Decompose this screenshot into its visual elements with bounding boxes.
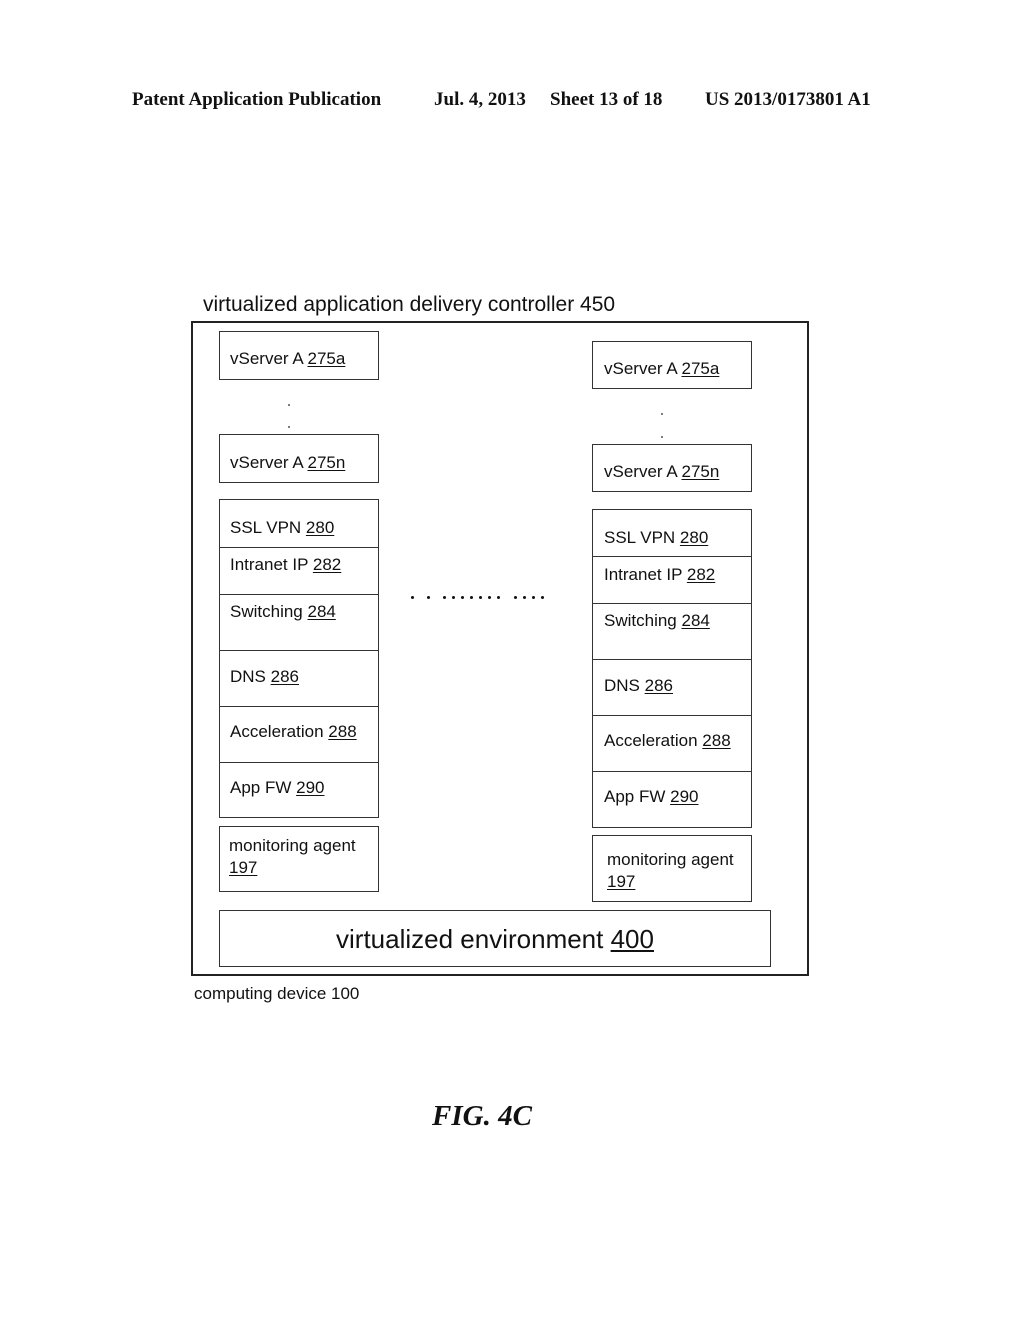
vserver-label: vServer A 275a (230, 349, 346, 368)
patent-number: US 2013/0173801 A1 (705, 89, 871, 110)
module-switching: Switching 284 (593, 604, 751, 660)
computing-device-label: computing device 100 (194, 984, 360, 1003)
publication-type: Patent Application Publication (132, 89, 382, 110)
vserver-label: vServer A 275a (604, 359, 720, 378)
module-intranet-ip: Intranet IP 282 (220, 548, 378, 595)
module-acceleration: Acceleration 288 (593, 716, 751, 772)
vserver-label: vServer A 275n (604, 462, 720, 481)
sheet-number: Sheet 13 of 18 (550, 89, 663, 110)
module-ssl-vpn: SSL VPN 280 (220, 500, 378, 548)
vserver-275n-box-right: vServer A 275n (592, 444, 752, 492)
module-stack: SSL VPN 280 Intranet IP 282 Switching 28… (219, 499, 379, 818)
agent-ref: 197 (607, 872, 636, 891)
agent-label: monitoring agent (229, 836, 356, 855)
controller-label: virtualized application delivery control… (203, 293, 616, 316)
ellipsis-dot (661, 436, 663, 438)
module-dns: DNS 286 (220, 651, 378, 707)
vserver-275a-box-right: vServer A 275a (592, 341, 752, 389)
module-stack-right: SSL VPN 280 Intranet IP 282 Switching 28… (592, 509, 752, 828)
module-switching: Switching 284 (220, 595, 378, 651)
publication-date: Jul. 4, 2013 (434, 89, 526, 110)
ellipsis-dot (661, 413, 663, 415)
ellipsis-dot (288, 404, 290, 406)
module-acceleration: Acceleration 288 (220, 707, 378, 763)
virtualized-environment-box: virtualized environment 400 (219, 910, 771, 967)
agent-ref: 197 (229, 858, 258, 877)
vserver-275a-box: vServer A 275a (219, 331, 379, 380)
ellipsis-dot (288, 426, 290, 428)
vserver-label: vServer A 275n (230, 453, 346, 472)
monitoring-agent-box: monitoring agent 197 (219, 826, 379, 892)
monitoring-agent-box-right: monitoring agent 197 (592, 835, 752, 902)
agent-label: monitoring agent (607, 850, 734, 869)
module-ssl-vpn: SSL VPN 280 (593, 510, 751, 557)
figure-label: FIG. 4C (432, 1100, 532, 1132)
module-app-fw: App FW 290 (230, 778, 325, 797)
vserver-275n-box: vServer A 275n (219, 434, 379, 483)
module-dns: DNS 286 (593, 660, 751, 716)
virtualized-environment-label: virtualized environment 400 (336, 924, 654, 954)
module-intranet-ip: Intranet IP 282 (593, 557, 751, 604)
module-app-fw: App FW 290 (604, 787, 699, 806)
